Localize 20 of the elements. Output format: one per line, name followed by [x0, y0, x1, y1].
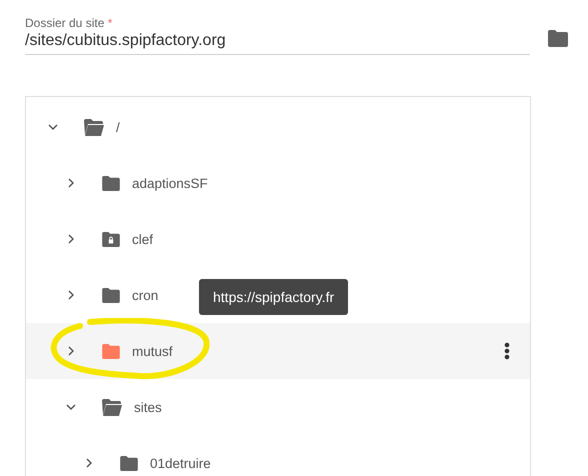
folder-name: 01detruire — [150, 456, 211, 470]
folder-name: cron — [132, 288, 158, 302]
highlighted-tree-row[interactable]: mutusf — [26, 323, 530, 379]
folder-name: sites — [134, 400, 162, 414]
chevron-icon[interactable] — [66, 234, 76, 244]
chevron-icon[interactable] — [66, 402, 76, 412]
chevron-icon[interactable] — [66, 346, 76, 356]
more-options-icon[interactable] — [504, 342, 510, 360]
field-label: Dossier du site * — [25, 16, 114, 30]
chevron-icon[interactable] — [66, 290, 76, 300]
tooltip: https://spipfactory.fr — [199, 279, 348, 315]
chevron-icon[interactable] — [84, 458, 94, 468]
folder-name: clef — [132, 232, 154, 246]
folder-name: adaptionsSF — [132, 176, 208, 190]
site-folder-field[interactable]: Dossier du site * /sites/cubitus.spipfactory.org — [25, 16, 530, 55]
chevron-icon[interactable] — [66, 178, 76, 188]
chevron-icon[interactable] — [48, 122, 58, 132]
folder-name: / — [116, 120, 120, 134]
folder-icon[interactable] — [548, 30, 568, 47]
folder-name: mutusf — [132, 344, 173, 358]
